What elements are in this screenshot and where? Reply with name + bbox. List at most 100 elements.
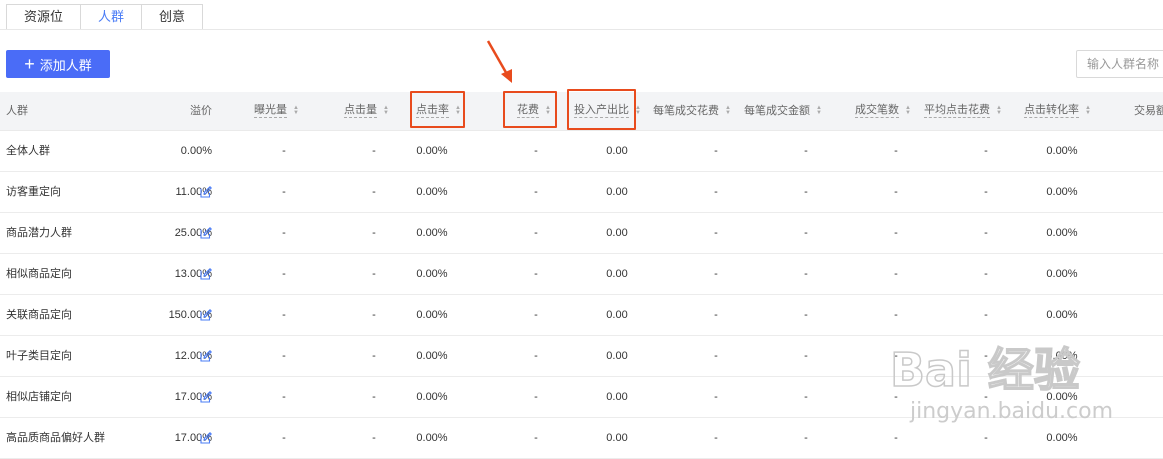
cell-roi: 0.00: [606, 432, 628, 444]
plus-icon: +: [24, 54, 35, 74]
cell-roi: 0.00: [606, 350, 628, 362]
edit-icon[interactable]: [200, 185, 212, 203]
sort-icon[interactable]: ▲ ▼: [293, 105, 299, 116]
table-row: 相似店铺定向 17.00% - -0.00% -0.00- - - -0.00%: [0, 377, 1163, 418]
cell-cvr: 0.00%: [1046, 432, 1078, 444]
edit-icon[interactable]: [200, 226, 212, 244]
cell-amount-per-order: -: [804, 432, 808, 444]
edit-icon[interactable]: [200, 390, 212, 408]
cell-impressions: -: [282, 432, 286, 444]
col-clicks[interactable]: 点击量 ▲ ▼: [344, 92, 389, 130]
col-amount-per-order[interactable]: 每笔成交金额 ▲ ▼: [744, 92, 822, 130]
table-row: 叶子类目定向 12.00% - -0.00% -0.00- - - -0.00%: [0, 336, 1163, 377]
cell-impressions: -: [282, 145, 286, 157]
tab-resource-position[interactable]: 资源位: [6, 4, 82, 30]
sort-icon[interactable]: ▲ ▼: [816, 105, 822, 116]
cost-highlight-box: [503, 91, 557, 128]
edit-icon[interactable]: [200, 267, 212, 285]
cell-cvr: 0.00%: [1046, 186, 1078, 198]
edit-icon[interactable]: [200, 308, 212, 326]
sort-icon[interactable]: ▲ ▼: [905, 105, 911, 116]
cell-roi: 0.00: [606, 268, 628, 280]
cell-impressions: -: [282, 268, 286, 280]
cell-avg-click-cost: -: [984, 145, 988, 157]
cell-orders: -: [894, 350, 898, 362]
cell-cost-per-order: -: [714, 391, 718, 403]
cell-audience-name: 关联商品定向: [6, 309, 72, 321]
table-row: 访客重定向 11.00% - -0.00% -0.00- - - -0.00%: [0, 172, 1163, 213]
sort-icon[interactable]: ▲ ▼: [725, 105, 731, 116]
tab-audience[interactable]: 人群: [80, 4, 143, 30]
cell-impressions: -: [282, 350, 286, 362]
cell-cvr: 0.00%: [1046, 145, 1078, 157]
cell-cost-per-order: -: [714, 309, 718, 321]
cell-roi: 0.00: [606, 391, 628, 403]
cell-impressions: -: [282, 227, 286, 239]
edit-icon[interactable]: [200, 431, 212, 449]
tab-creative[interactable]: 创意: [141, 4, 204, 30]
cell-cost-per-order: -: [714, 268, 718, 280]
cell-cvr: 0.00%: [1046, 227, 1078, 239]
col-impressions[interactable]: 曝光量 ▲ ▼: [254, 92, 299, 130]
cell-cost-per-order: -: [714, 186, 718, 198]
cell-orders: -: [894, 432, 898, 444]
col-premium: 溢价: [190, 104, 212, 117]
cell-roi: 0.00: [606, 145, 628, 157]
cell-cost: -: [534, 350, 538, 362]
cell-audience-name: 相似店铺定向: [6, 391, 72, 403]
cell-ctr: 0.00%: [416, 186, 448, 198]
cell-orders: -: [894, 391, 898, 403]
cell-cvr: 0.00%: [1046, 350, 1078, 362]
cell-audience-name: 商品潜力人群: [6, 227, 72, 239]
cell-ctr: 0.00%: [416, 227, 448, 239]
cell-ctr: 0.00%: [416, 268, 448, 280]
edit-icon[interactable]: [200, 349, 212, 367]
sort-icon[interactable]: ▲ ▼: [383, 105, 389, 116]
col-avg-click-cost[interactable]: 平均点击花费 ▲ ▼: [924, 92, 1002, 130]
cell-impressions: -: [282, 186, 286, 198]
cell-impressions: -: [282, 391, 286, 403]
cell-roi: 0.00: [606, 227, 628, 239]
arrow-icon: [486, 40, 512, 83]
audience-table: 人群 溢价 曝光量 ▲ ▼ 点击量 ▲ ▼ 点击率 ▲ ▼ 花费 ▲ ▼ 投入产出比 ▲ ▼ 每笔成…: [0, 92, 1163, 459]
cell-cost: -: [534, 432, 538, 444]
tab-divider: [0, 29, 1163, 30]
cell-avg-click-cost: -: [984, 350, 988, 362]
col-cvr[interactable]: 点击转化率 ▲ ▼: [1024, 92, 1091, 130]
cell-roi: 0.00: [606, 186, 628, 198]
roi-highlight-box: [567, 89, 636, 130]
cell-orders: -: [894, 227, 898, 239]
cell-impressions: -: [282, 309, 286, 321]
cell-audience-name: 全体人群: [6, 145, 50, 157]
audience-search-input[interactable]: [1076, 50, 1163, 78]
cell-cost-per-order: -: [714, 227, 718, 239]
cell-cost: -: [534, 227, 538, 239]
add-audience-button[interactable]: + 添加人群: [6, 50, 110, 78]
cell-amount-per-order: -: [804, 391, 808, 403]
sort-icon[interactable]: ▲ ▼: [996, 105, 1002, 116]
cell-orders: -: [894, 145, 898, 157]
cell-ctr: 0.00%: [416, 309, 448, 321]
cell-cost: -: [534, 145, 538, 157]
cell-ctr: 0.00%: [416, 432, 448, 444]
cell-cost-per-order: -: [714, 145, 718, 157]
cell-cost: -: [534, 391, 538, 403]
cell-avg-click-cost: -: [984, 268, 988, 280]
table-row: 相似商品定向 13.00% - -0.00% -0.00- - - -0.00%: [0, 254, 1163, 295]
sort-icon[interactable]: ▲ ▼: [1085, 105, 1091, 116]
cell-amount-per-order: -: [804, 145, 808, 157]
cell-cost: -: [534, 309, 538, 321]
cell-amount-per-order: -: [804, 268, 808, 280]
cell-avg-click-cost: -: [984, 432, 988, 444]
col-orders[interactable]: 成交笔数 ▲ ▼: [855, 92, 911, 130]
cell-avg-click-cost: -: [984, 309, 988, 321]
cell-premium: 0.00%: [180, 145, 212, 157]
col-gmv[interactable]: 交易额: [1134, 92, 1163, 130]
cell-ctr: 0.00%: [416, 145, 448, 157]
cell-amount-per-order: -: [804, 186, 808, 198]
col-cost-per-order[interactable]: 每笔成交花费 ▲ ▼: [653, 92, 731, 130]
add-audience-label: 添加人群: [39, 57, 92, 73]
cell-cost-per-order: -: [714, 350, 718, 362]
table-body: 全体人群 0.00% - -0.00% -0.00- - - -0.00% 访客重定向 11.00…: [0, 131, 1163, 459]
cell-cost: -: [534, 268, 538, 280]
